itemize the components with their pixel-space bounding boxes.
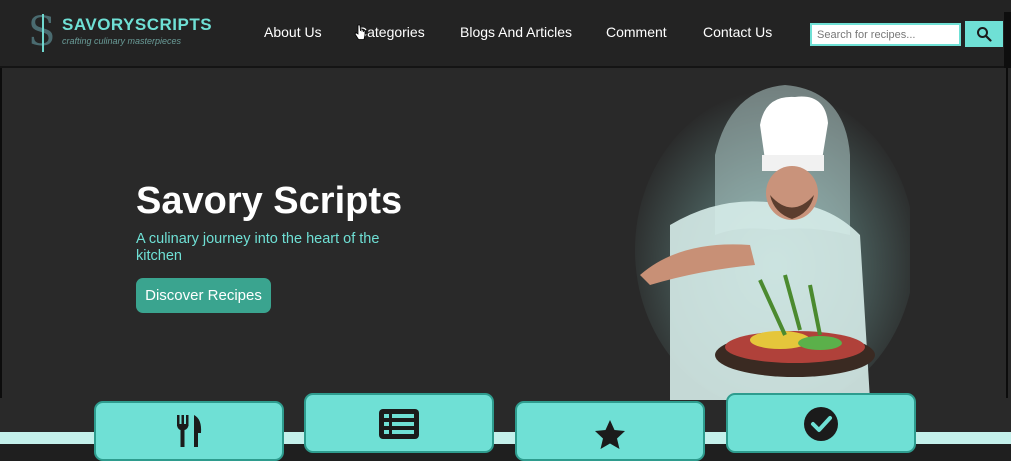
feature-card-utensils[interactable] bbox=[94, 401, 284, 461]
star-icon bbox=[595, 420, 625, 449]
hand-cursor-icon bbox=[354, 24, 366, 40]
chef-with-dish-image bbox=[635, 85, 910, 400]
window-edge-scrollbar[interactable] bbox=[1004, 12, 1011, 72]
brand-tagline: crafting culinary masterpieces bbox=[62, 36, 182, 46]
nav-link-blogs-and-articles[interactable]: Blogs And Articles bbox=[460, 24, 572, 44]
list-icon bbox=[379, 409, 419, 439]
search-button[interactable] bbox=[965, 21, 1003, 47]
top-navigation-bar: S SAVORYSCRIPTS crafting culinary master… bbox=[0, 0, 1011, 72]
brand-logo[interactable]: S SAVORYSCRIPTS crafting culinary master… bbox=[28, 10, 228, 56]
search-input[interactable] bbox=[810, 23, 961, 46]
check-circle-icon bbox=[804, 407, 838, 441]
discover-recipes-button[interactable]: Discover Recipes bbox=[136, 278, 271, 313]
frame-divider-right bbox=[1006, 68, 1008, 398]
nav-link-comment[interactable]: Comment bbox=[606, 24, 667, 44]
hero-subtitle: A culinary journey into the heart of the… bbox=[136, 231, 380, 264]
logo-mark-icon: S bbox=[28, 10, 58, 54]
feature-card-star[interactable] bbox=[515, 401, 705, 461]
frame-divider-left bbox=[0, 68, 2, 398]
hero-title: Savory Scripts bbox=[136, 180, 403, 222]
nav-link-categories[interactable]: Categories bbox=[357, 24, 425, 44]
nav-link-about-us[interactable]: About Us bbox=[264, 24, 322, 44]
feature-card-check[interactable] bbox=[726, 393, 916, 453]
utensils-icon bbox=[177, 415, 202, 447]
search-icon bbox=[977, 27, 992, 42]
brand-name: SAVORYSCRIPTS bbox=[62, 15, 213, 34]
feature-card-list[interactable] bbox=[304, 393, 494, 453]
nav-link-contact-us[interactable]: Contact Us bbox=[703, 24, 772, 44]
